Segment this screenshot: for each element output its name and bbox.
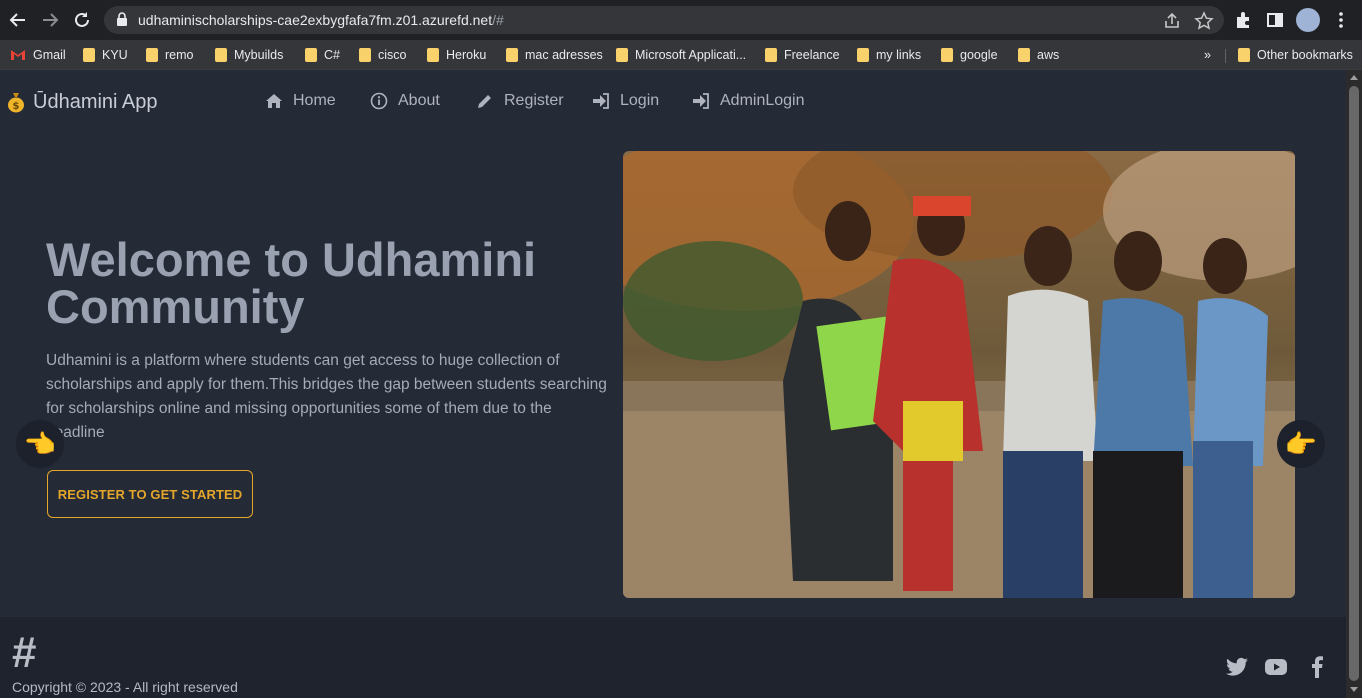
back-button[interactable] <box>6 8 30 32</box>
nav-about[interactable]: About <box>370 92 440 110</box>
folder-icon <box>83 48 95 62</box>
bookmark-cisco[interactable]: cisco <box>359 46 406 64</box>
twitter-icon[interactable] <box>1225 655 1249 679</box>
bookmarks-divider <box>1225 49 1226 63</box>
forward-button[interactable] <box>38 8 62 32</box>
browser-toolbar: udhaminischolarships-cae2exbygfafa7fm.z0… <box>0 0 1362 40</box>
bookmark-mybuilds[interactable]: Mybuilds <box>215 46 283 64</box>
address-bar[interactable]: udhaminischolarships-cae2exbygfafa7fm.z0… <box>104 6 1224 34</box>
reload-button[interactable] <box>70 8 94 32</box>
share-icon[interactable] <box>1162 11 1182 31</box>
bookmark-other[interactable]: Other bookmarks <box>1238 46 1353 64</box>
folder-icon <box>146 48 158 62</box>
folder-icon <box>359 48 371 62</box>
lock-icon <box>117 12 127 26</box>
folder-icon <box>305 48 317 62</box>
url-text: udhaminischolarships-cae2exbygfafa7fm.z0… <box>138 12 504 28</box>
bookmark-remo[interactable]: remo <box>146 46 193 64</box>
students-photo-illustration <box>623 151 1295 598</box>
bookmark-kyu[interactable]: KYU <box>83 46 128 64</box>
nav-home[interactable]: Home <box>265 92 336 110</box>
bookmark-aws[interactable]: aws <box>1018 46 1059 64</box>
app-navbar: $ Ūdhamini App Home About Register Login… <box>0 70 1346 135</box>
nav-register[interactable]: Register <box>476 92 564 110</box>
pointing-right-icon: 👉 <box>1284 428 1318 459</box>
carousel-prev-button[interactable]: 👈 <box>16 420 64 468</box>
folder-icon <box>427 48 439 62</box>
page-scrollbar[interactable] <box>1346 70 1362 698</box>
hero-photo <box>623 151 1295 598</box>
folder-icon <box>765 48 777 62</box>
bookmark-freelance[interactable]: Freelance <box>765 46 840 64</box>
profile-avatar[interactable] <box>1296 8 1320 32</box>
arrow-left-icon <box>9 13 25 27</box>
pencil-icon <box>478 95 491 108</box>
svg-text:$: $ <box>13 101 20 112</box>
bookmark-google[interactable]: google <box>941 46 998 64</box>
reload-icon <box>75 12 89 27</box>
bookmarks-overflow[interactable]: » <box>1204 46 1211 64</box>
pointing-left-icon: 👈 <box>23 428 57 459</box>
star-icon[interactable] <box>1194 11 1214 31</box>
side-panel-icon[interactable] <box>1264 9 1286 31</box>
sign-in-icon <box>593 93 609 109</box>
hero-description: Udhamini is a platform where students ca… <box>46 352 607 441</box>
register-cta-button[interactable]: REGISTER TO GET STARTED <box>47 470 253 518</box>
nav-login[interactable]: Login <box>592 92 659 110</box>
home-icon <box>266 94 282 108</box>
facebook-icon[interactable] <box>1305 655 1329 679</box>
carousel-next-button[interactable]: 👉 <box>1277 420 1325 468</box>
folder-icon <box>215 48 227 62</box>
nav-admin-login[interactable]: AdminLogin <box>692 92 805 110</box>
arrow-right-icon <box>43 13 59 27</box>
sign-in-icon <box>693 93 709 109</box>
folder-icon <box>1238 48 1250 62</box>
folder-icon <box>616 48 628 62</box>
money-bag-icon: $ <box>8 93 24 113</box>
bookmark-microsoft[interactable]: Microsoft Applicati... <box>616 46 746 64</box>
extensions-icon[interactable] <box>1233 9 1255 31</box>
hero-carousel: Welcome to Udhamini Community Udhamini i… <box>0 135 1346 617</box>
bookmark-csharp[interactable]: C# <box>305 46 340 64</box>
bookmark-heroku[interactable]: Heroku <box>427 46 486 64</box>
bookmarks-bar: Gmail KYU remo Mybuilds C# cisco Heroku … <box>0 40 1362 70</box>
copyright-text: Copyright © 2023 - All right reserved <box>12 679 238 695</box>
page-viewport: $ Ūdhamini App Home About Register Login… <box>0 70 1346 698</box>
brand-logo[interactable]: $ Ūdhamini App <box>7 91 158 114</box>
scroll-down-arrow-icon[interactable] <box>1350 687 1358 692</box>
bookmark-mac-adresses[interactable]: mac adresses <box>506 46 603 64</box>
youtube-icon[interactable] <box>1264 655 1288 679</box>
scroll-thumb[interactable] <box>1349 86 1359 681</box>
bookmark-gmail[interactable]: Gmail <box>10 46 66 64</box>
folder-icon <box>506 48 518 62</box>
scroll-up-arrow-icon[interactable] <box>1350 75 1358 80</box>
folder-icon <box>941 48 953 62</box>
hashtag-logo-icon: # <box>12 628 37 677</box>
folder-icon <box>857 48 869 62</box>
bookmark-my-links[interactable]: my links <box>857 46 921 64</box>
footer: # Copyright © 2023 - All right reserved <box>0 617 1346 698</box>
gmail-icon <box>11 50 25 60</box>
hero-title: Welcome to Udhamini Community <box>46 233 537 333</box>
menu-dots-icon[interactable] <box>1330 9 1352 31</box>
info-icon <box>370 92 388 110</box>
folder-icon <box>1018 48 1030 62</box>
